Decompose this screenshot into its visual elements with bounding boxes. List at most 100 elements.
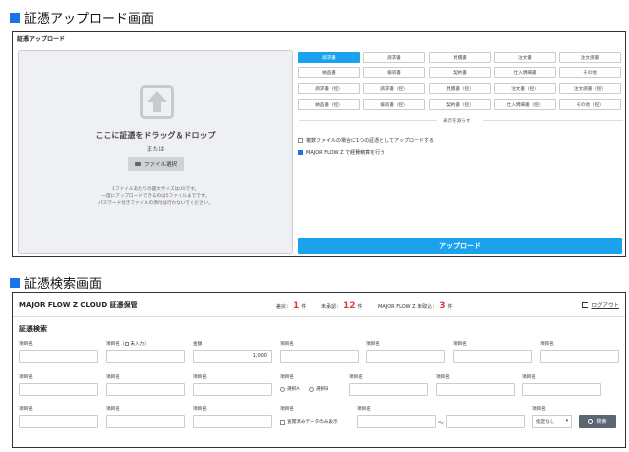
stat-value: 3 bbox=[439, 301, 446, 311]
field-label: 項目名 bbox=[280, 407, 294, 412]
field-label-suffix: 未入力） bbox=[130, 342, 149, 347]
multi-file-option[interactable]: 複数ファイルの場合に1つの証憑としてアップロードする bbox=[298, 137, 434, 144]
note-line: 1ファイルあたりの最大サイズは(0)です。 bbox=[112, 187, 199, 192]
amount-field[interactable]: 1,000 bbox=[193, 350, 272, 363]
logout-label: ログアウト bbox=[591, 303, 619, 309]
stat-not-imported[interactable]: MAJOR FLOW Z 未取込： 3 件 bbox=[378, 301, 452, 311]
search-field[interactable] bbox=[522, 383, 601, 396]
reviewed-only-option[interactable]: 査閲済みデータのみ表示 bbox=[280, 419, 338, 425]
doc-type-button[interactable]: 仕入明細書 bbox=[494, 67, 556, 78]
doc-type-button[interactable]: 納品書（控） bbox=[298, 99, 360, 110]
expense-label: MAJOR FLOW Z で経費精算を行う bbox=[306, 150, 386, 156]
field-label: 項目名 bbox=[193, 375, 207, 380]
search-field[interactable] bbox=[453, 350, 532, 363]
range-end-field[interactable] bbox=[446, 415, 525, 428]
search-section-heading: 証憑検索画面 bbox=[10, 273, 102, 292]
stat-unapproved[interactable]: 未承認： 12 件 bbox=[321, 301, 363, 311]
stat-label: MAJOR FLOW Z 未取込： bbox=[378, 304, 438, 310]
doc-type-button[interactable]: 注文請書（控） bbox=[559, 83, 621, 94]
search-field[interactable] bbox=[106, 350, 185, 363]
radio-option-b[interactable]: 選択B bbox=[309, 386, 328, 392]
field-label: 項目名 bbox=[193, 407, 207, 412]
radio-circle[interactable] bbox=[309, 386, 314, 392]
chevron-down-icon: ▾ bbox=[565, 419, 568, 424]
doc-type-button[interactable]: その他 bbox=[559, 67, 621, 78]
field-label: 項目名 bbox=[19, 342, 33, 347]
search-field[interactable] bbox=[280, 350, 359, 363]
stat-unit: 件 bbox=[357, 304, 363, 310]
or-text: または bbox=[146, 146, 165, 153]
select-value: 指定なし bbox=[536, 419, 555, 425]
expense-checkbox[interactable] bbox=[298, 150, 303, 155]
panel-label: 証憑アップロード bbox=[17, 36, 66, 43]
upload-arrow-icon bbox=[140, 85, 174, 119]
range-start-field[interactable] bbox=[357, 415, 436, 428]
search-field[interactable] bbox=[193, 415, 272, 428]
search-title: 証憑検索 bbox=[19, 325, 47, 333]
filter-select[interactable]: 指定なし ▾ bbox=[532, 415, 572, 428]
expense-option[interactable]: MAJOR FLOW Z で経費精算を行う bbox=[298, 149, 385, 156]
search-field[interactable] bbox=[19, 383, 98, 396]
reviewed-only-checkbox[interactable] bbox=[280, 419, 285, 425]
doc-type-button[interactable]: 契約書 bbox=[429, 67, 491, 78]
search-field[interactable] bbox=[540, 350, 619, 363]
file-select-button[interactable]: ファイル選択 bbox=[128, 157, 184, 171]
field-label: 項目名 bbox=[106, 375, 120, 380]
search-field[interactable] bbox=[19, 415, 98, 428]
doc-type-button[interactable]: 仕入明細書（控） bbox=[494, 99, 556, 110]
field-label: 項目名 bbox=[280, 342, 294, 347]
doc-type-button[interactable]: 注文書 bbox=[494, 52, 556, 63]
doc-type-button[interactable]: 契約書（控） bbox=[429, 99, 491, 110]
doc-type-button[interactable]: 見積書 bbox=[429, 52, 491, 63]
app-name: MAJOR FLOW Z CLOUD 証憑保管 bbox=[19, 301, 138, 309]
stat-label: 未承認： bbox=[321, 304, 342, 310]
note-line: 一度にアップロードできるのは5ファイルまでです。 bbox=[101, 194, 210, 199]
divider bbox=[299, 120, 437, 121]
search-field[interactable] bbox=[193, 383, 272, 396]
doc-type-button[interactable]: 注文請書 bbox=[559, 52, 621, 63]
search-field[interactable] bbox=[366, 350, 445, 363]
doc-type-button[interactable]: 請求書 bbox=[298, 52, 360, 63]
search-field[interactable] bbox=[106, 383, 185, 396]
upload-button[interactable]: アップロード bbox=[298, 238, 622, 254]
field-label: 項目名 bbox=[540, 342, 554, 347]
show-less-link[interactable]: 表示を減らす bbox=[443, 118, 470, 124]
field-label: 項目名 bbox=[532, 407, 546, 412]
field-label: 項目名 bbox=[522, 375, 536, 380]
heading-marker-icon bbox=[10, 277, 20, 288]
doc-type-button[interactable]: 検収書 bbox=[363, 67, 425, 78]
doc-type-button[interactable]: 納品書 bbox=[298, 67, 360, 78]
radio-label: 選択B bbox=[316, 387, 329, 392]
search-field[interactable] bbox=[436, 383, 515, 396]
field-label: 項目名 bbox=[453, 342, 467, 347]
stat-returned[interactable]: 差戻： 1 件 bbox=[276, 301, 306, 311]
doc-type-button[interactable]: 見積書（控） bbox=[429, 83, 491, 94]
search-heading-text: 証憑検索画面 bbox=[24, 277, 103, 292]
radio-circle[interactable] bbox=[280, 386, 285, 392]
doc-type-button[interactable]: その他（控） bbox=[559, 99, 621, 110]
heading-marker-icon bbox=[10, 12, 20, 23]
logout-link[interactable]: ログアウト bbox=[582, 301, 619, 309]
divider bbox=[483, 120, 623, 121]
doc-type-button[interactable]: 検収書（控） bbox=[363, 99, 425, 110]
note-line: パスワード付きファイルの添付は行わないでください。 bbox=[98, 201, 213, 206]
logout-icon bbox=[582, 302, 589, 308]
stat-unit: 件 bbox=[447, 304, 453, 310]
doc-type-button[interactable]: 請求書（控） bbox=[298, 83, 360, 94]
doc-type-button[interactable]: 請求書 bbox=[363, 52, 425, 63]
search-button-label: 検索 bbox=[596, 419, 607, 425]
search-icon bbox=[588, 419, 594, 424]
field-label: 金額 bbox=[193, 342, 203, 347]
multi-file-checkbox[interactable] bbox=[298, 138, 303, 143]
search-button[interactable]: 検索 bbox=[579, 415, 616, 428]
drop-instructions: ここに証憑をドラッグ＆ドロップ bbox=[95, 131, 216, 140]
drop-zone[interactable]: ここに証憑をドラッグ＆ドロップ または ファイル選択 1ファイルあたりの最大サイ… bbox=[18, 50, 293, 254]
doc-type-button[interactable]: 請求書（控） bbox=[363, 83, 425, 94]
unentered-checkbox[interactable] bbox=[125, 341, 130, 346]
search-field[interactable] bbox=[19, 350, 98, 363]
radio-option-a[interactable]: 選択A bbox=[280, 386, 299, 392]
search-field[interactable] bbox=[106, 415, 185, 428]
file-select-label: ファイル選択 bbox=[143, 162, 177, 168]
doc-type-button[interactable]: 注文書（控） bbox=[494, 83, 556, 94]
search-field[interactable] bbox=[349, 383, 428, 396]
